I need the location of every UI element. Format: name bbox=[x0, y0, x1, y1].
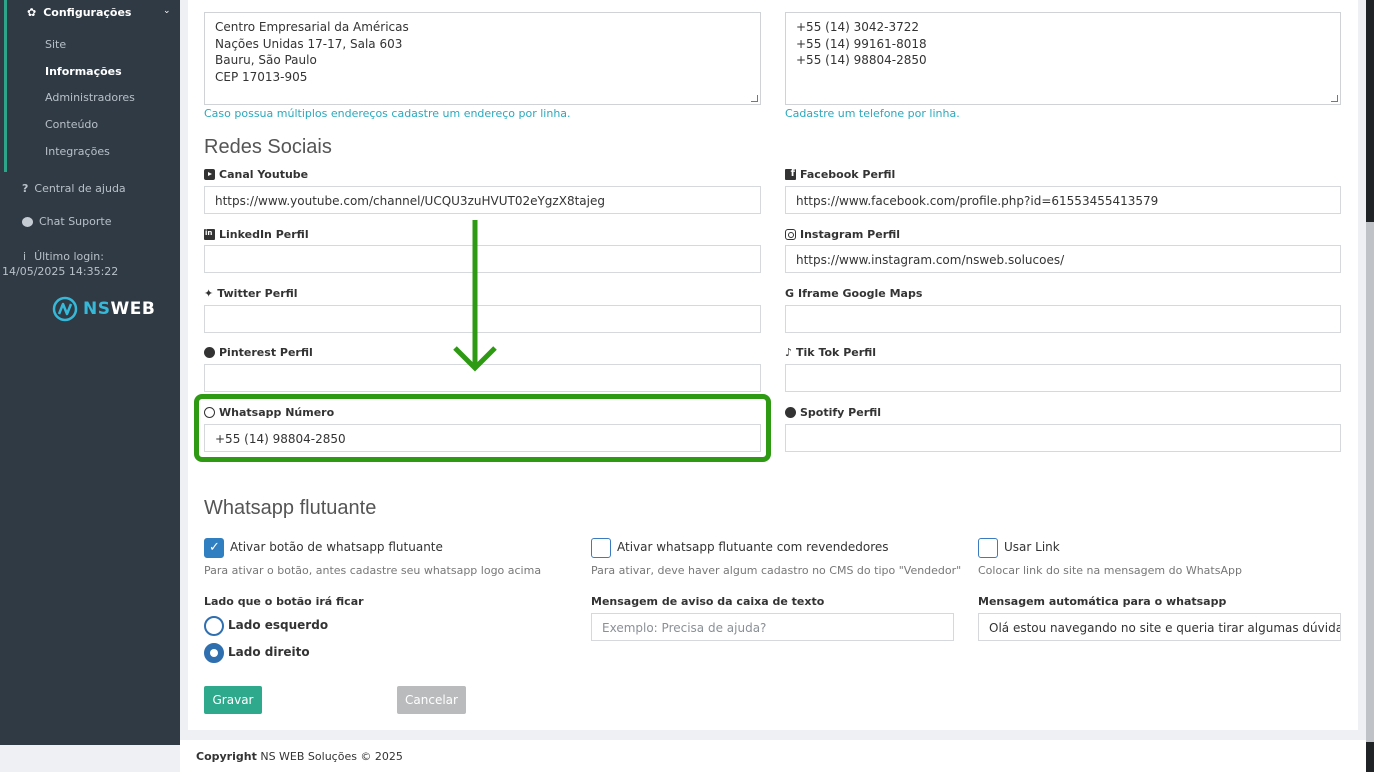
resize-handle-icon[interactable] bbox=[751, 95, 758, 102]
label-text: Pinterest Perfil bbox=[219, 346, 313, 359]
sidebar-item-chat[interactable]: Chat Suporte bbox=[22, 215, 111, 228]
sidebar-item-label: Configurações bbox=[43, 6, 132, 19]
down-arrow-annotation-icon bbox=[453, 220, 497, 372]
instagram-label: Instagram Perfil bbox=[785, 228, 900, 241]
enable-float-help: Para ativar o botão, antes cadastre seu … bbox=[204, 564, 542, 577]
address-line: Nações Unidas 17-17, Sala 603 bbox=[215, 36, 403, 51]
address-help: Caso possua múltiplos endereços cadastre… bbox=[204, 107, 571, 120]
footer: Copyright NS WEB Soluções © 2025 bbox=[180, 740, 1366, 772]
address-line: CEP 17013-905 bbox=[215, 69, 308, 84]
sidebar-item-administradores[interactable]: Administradores bbox=[45, 91, 135, 104]
auto-message-label: Mensagem automática para o whatsapp bbox=[978, 595, 1227, 608]
tiktok-icon: ♪ bbox=[785, 346, 793, 359]
label-text: Twitter Perfil bbox=[217, 287, 298, 300]
pinterest-icon bbox=[204, 347, 215, 358]
label-text: Canal Youtube bbox=[219, 168, 309, 181]
youtube-icon bbox=[204, 169, 215, 180]
logo-text-ns: NS bbox=[83, 299, 111, 319]
button-side-label: Lado que o botão irá ficar bbox=[204, 595, 364, 608]
use-link-label: Usar Link bbox=[1004, 540, 1060, 554]
google-icon: G bbox=[785, 287, 795, 300]
side-right-radio[interactable] bbox=[204, 643, 224, 663]
cancel-button[interactable]: Cancelar bbox=[397, 686, 466, 714]
phone-help: Cadastre um telefone por linha. bbox=[785, 107, 960, 120]
sidebar: ✿ Configurações ⌄ Site Informações Admin… bbox=[0, 0, 180, 745]
linkedin-label: LinkedIn Perfil bbox=[204, 228, 309, 241]
page-scrollbar-thumb[interactable] bbox=[1366, 222, 1374, 742]
phone-line: +55 (14) 98804-2850 bbox=[796, 53, 927, 67]
sidebar-item-conteudo[interactable]: Conteúdo bbox=[45, 118, 98, 131]
chat-icon bbox=[22, 216, 33, 227]
social-section-title: Redes Sociais bbox=[204, 136, 332, 158]
resellers-label: Ativar whatsapp flutuante com revendedor… bbox=[617, 540, 889, 554]
logo-mark-icon bbox=[52, 296, 78, 322]
chevron-down-icon[interactable]: ⌄ bbox=[163, 6, 171, 16]
copyright: Copyright NS WEB Soluções © 2025 bbox=[196, 750, 403, 763]
instagram-input[interactable]: https://www.instagram.com/nsweb.solucoes… bbox=[785, 245, 1341, 273]
whatsapp-highlight-box bbox=[194, 394, 771, 462]
resellers-help: Para ativar, deve haver algum cadastro n… bbox=[591, 564, 962, 577]
label-text: Spotify Perfil bbox=[800, 406, 882, 419]
facebook-label: Facebook Perfil bbox=[785, 168, 895, 181]
last-login-label: Último login: bbox=[34, 250, 104, 263]
address-line: Centro Empresarial da Américas bbox=[215, 20, 409, 34]
sidebar-item-label: Chat Suporte bbox=[39, 215, 112, 228]
label-text: Iframe Google Maps bbox=[798, 287, 923, 300]
save-button[interactable]: Gravar bbox=[204, 686, 262, 714]
phone-line: +55 (14) 99161-8018 bbox=[796, 36, 927, 51]
side-right-label: Lado direito bbox=[228, 645, 310, 659]
enable-float-checkbox[interactable] bbox=[204, 538, 224, 558]
logo-text-web: WEB bbox=[110, 299, 156, 319]
sidebar-item-informacoes[interactable]: Informações bbox=[45, 65, 122, 78]
google-maps-label: G Iframe Google Maps bbox=[785, 287, 922, 300]
tiktok-label: ♪ Tik Tok Perfil bbox=[785, 346, 876, 359]
address-line: Bauru, São Paulo bbox=[215, 53, 317, 67]
notice-message-label: Mensagem de aviso da caixa de texto bbox=[591, 595, 825, 608]
youtube-label: Canal Youtube bbox=[204, 168, 308, 181]
nsweb-logo: NSWEB bbox=[52, 296, 155, 322]
label-text: Tik Tok Perfil bbox=[796, 346, 877, 359]
sidebar-item-configuracoes[interactable]: ✿ Configurações bbox=[27, 6, 131, 19]
question-icon: ? bbox=[22, 182, 29, 195]
linkedin-icon bbox=[204, 229, 215, 240]
auto-message-input[interactable]: Olá estou navegando no site e queria tir… bbox=[978, 613, 1341, 641]
sidebar-item-label: Central de ajuda bbox=[34, 182, 126, 195]
last-login: i Último login: 14/05/2025 14:35:22 bbox=[2, 249, 118, 279]
side-left-radio[interactable] bbox=[204, 616, 224, 636]
address-textarea[interactable]: Centro Empresarial da Américas Nações Un… bbox=[204, 12, 761, 105]
phone-textarea[interactable]: +55 (14) 3042-3722 +55 (14) 99161-8018 +… bbox=[785, 12, 1341, 105]
copyright-bold: Copyright bbox=[196, 750, 257, 763]
pinterest-label: Pinterest Perfil bbox=[204, 346, 313, 359]
side-left-label: Lado esquerdo bbox=[228, 618, 329, 632]
spotify-label: Spotify Perfil bbox=[785, 406, 881, 419]
label-text: Instagram Perfil bbox=[800, 228, 901, 241]
label-text: LinkedIn Perfil bbox=[219, 228, 309, 241]
notice-message-input[interactable]: Exemplo: Precisa de ajuda? bbox=[591, 613, 954, 641]
spotify-icon bbox=[785, 407, 796, 418]
sidebar-item-site[interactable]: Site bbox=[45, 38, 66, 51]
phone-line: +55 (14) 3042-3722 bbox=[796, 20, 919, 34]
youtube-input[interactable]: https://www.youtube.com/channel/UCQU3zuH… bbox=[204, 186, 761, 214]
gear-icon: ✿ bbox=[27, 6, 37, 19]
google-maps-input[interactable] bbox=[785, 305, 1341, 333]
sidebar-item-integracoes[interactable]: Integrações bbox=[45, 145, 110, 158]
facebook-input[interactable]: https://www.facebook.com/profile.php?id=… bbox=[785, 186, 1341, 214]
resellers-checkbox[interactable] bbox=[591, 538, 611, 558]
instagram-icon bbox=[785, 229, 796, 240]
resize-handle-icon[interactable] bbox=[1331, 95, 1338, 102]
copyright-text: NS WEB Soluções © 2025 bbox=[260, 750, 403, 763]
sidebar-item-help[interactable]: ? Central de ajuda bbox=[22, 182, 126, 195]
tiktok-input[interactable] bbox=[785, 364, 1341, 392]
whatsapp-float-title: Whatsapp flutuante bbox=[204, 497, 377, 519]
twitter-label: ✦ Twitter Perfil bbox=[204, 287, 298, 300]
facebook-icon bbox=[785, 168, 796, 180]
info-icon: i bbox=[23, 250, 27, 263]
last-login-value: 14/05/2025 14:35:22 bbox=[2, 265, 119, 278]
enable-float-label: Ativar botão de whatsapp flutuante bbox=[230, 540, 443, 554]
twitter-icon: ✦ bbox=[204, 287, 214, 300]
use-link-checkbox[interactable] bbox=[978, 538, 998, 558]
spotify-input[interactable] bbox=[785, 424, 1341, 452]
label-text: Facebook Perfil bbox=[800, 168, 896, 181]
use-link-help: Colocar link do site na mensagem do What… bbox=[978, 564, 1242, 577]
